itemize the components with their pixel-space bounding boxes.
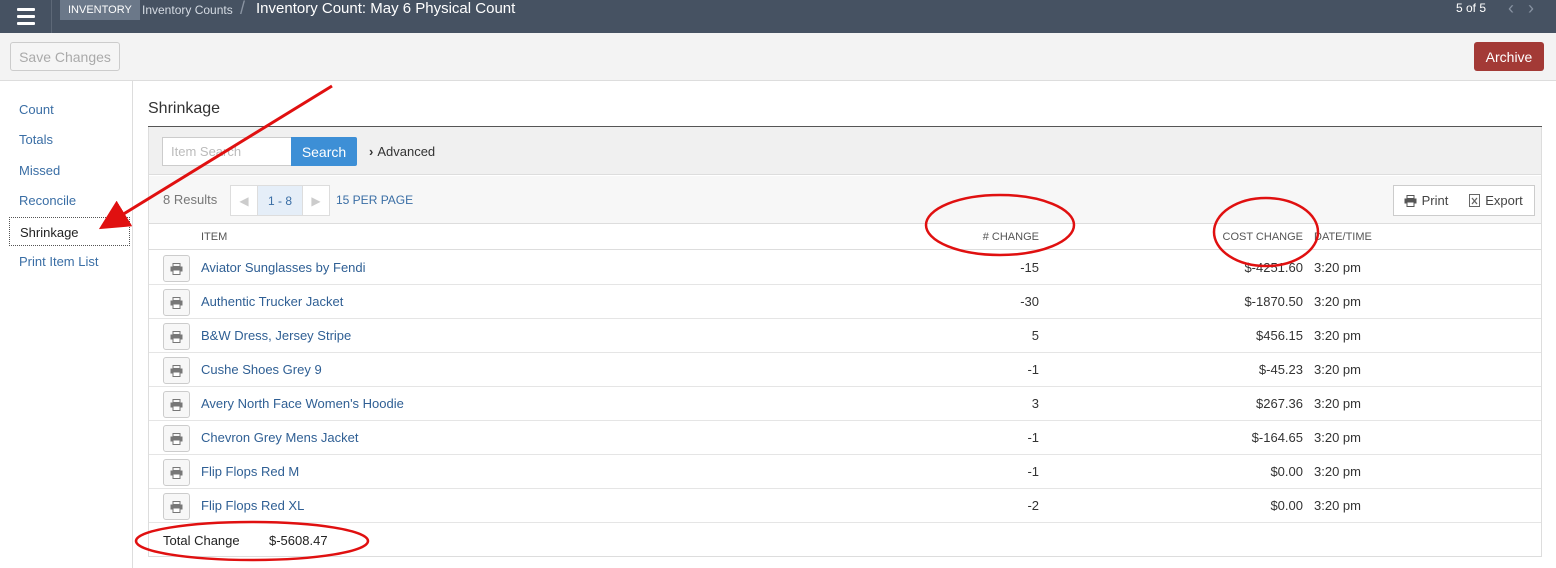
archive-button[interactable]: Archive xyxy=(1474,42,1544,71)
item-link[interactable]: Authentic Trucker Jacket xyxy=(201,285,343,319)
results-bar: 8 Results ◀ 1 - 8 ▶ 15 PER PAGE Print Ex… xyxy=(149,176,1541,224)
item-link[interactable]: Flip Flops Red XL xyxy=(201,489,304,523)
pagination-next-icon[interactable]: ▶ xyxy=(303,186,329,215)
cost-change: $-45.23 xyxy=(1258,362,1303,377)
sidebar-item-shrinkage[interactable]: Shrinkage xyxy=(9,217,130,246)
breadcrumb-inventory-counts[interactable]: Inventory Counts xyxy=(142,0,233,20)
print-button[interactable]: Print xyxy=(1393,185,1459,216)
printer-icon[interactable] xyxy=(163,357,190,384)
table-row: Aviator Sunglasses by Fendi -15 $-4251.60 3… xyxy=(149,251,1541,285)
date-time: 3:20 pm xyxy=(1314,498,1361,513)
date-time: 3:20 pm xyxy=(1314,260,1361,275)
printer-icon[interactable] xyxy=(163,459,190,486)
sidebar: Count Totals Missed Reconcile Shrinkage … xyxy=(0,81,133,568)
date-time: 3:20 pm xyxy=(1314,396,1361,411)
date-time: 3:20 pm xyxy=(1314,362,1361,377)
spreadsheet-icon xyxy=(1469,194,1481,207)
quantity-change: -30 xyxy=(1020,294,1039,309)
column-header-date-time[interactable]: DATE/TIME xyxy=(1314,224,1372,250)
pagination-prev-icon[interactable]: ◀ xyxy=(231,186,257,215)
quantity-change: 5 xyxy=(1031,328,1039,343)
table-row: Avery North Face Women's Hoodie 3 $267.36 3… xyxy=(149,387,1541,421)
sidebar-item-missed[interactable]: Missed xyxy=(9,156,130,185)
table-row: Flip Flops Red M -1 $0.00 3:20 pm xyxy=(149,455,1541,489)
print-label: Print xyxy=(1421,193,1449,208)
export-label: Export xyxy=(1485,193,1523,208)
advanced-label: Advanced xyxy=(377,144,436,159)
table-header: ITEM # CHANGE COST CHANGE DATE/TIME xyxy=(149,224,1541,250)
sidebar-item-totals[interactable]: Totals xyxy=(9,125,130,154)
date-time: 3:20 pm xyxy=(1314,294,1361,309)
quantity-change: -1 xyxy=(1027,464,1039,479)
top-bar: INVENTORY Inventory Counts / Inventory C… xyxy=(0,0,1556,33)
cost-change: $0.00 xyxy=(1270,498,1303,513)
quantity-change: -2 xyxy=(1027,498,1039,513)
date-time: 3:20 pm xyxy=(1314,328,1361,343)
item-link[interactable]: Avery North Face Women's Hoodie xyxy=(201,387,404,421)
chevron-right-icon: › xyxy=(369,144,374,159)
chevron-right-icon[interactable]: › xyxy=(1528,0,1534,18)
cost-change: $267.36 xyxy=(1256,396,1303,411)
cost-change: $-4251.60 xyxy=(1244,260,1303,275)
quantity-change: -15 xyxy=(1020,260,1039,275)
hamburger-icon[interactable] xyxy=(0,0,52,33)
date-time: 3:20 pm xyxy=(1314,430,1361,445)
item-link[interactable]: Aviator Sunglasses by Fendi xyxy=(201,251,366,285)
total-change-label: Total Change xyxy=(163,533,240,548)
table-row: Chevron Grey Mens Jacket -1 $-164.65 3:20 p… xyxy=(149,421,1541,455)
printer-icon[interactable] xyxy=(163,289,190,316)
sidebar-item-print-item-list[interactable]: Print Item List xyxy=(9,247,130,276)
printer-icon[interactable] xyxy=(163,391,190,418)
pagination-current[interactable]: 1 - 8 xyxy=(257,186,303,215)
cost-change: $456.15 xyxy=(1256,328,1303,343)
column-header-item[interactable]: ITEM xyxy=(201,224,227,250)
results-count: 8 Results xyxy=(163,192,218,207)
cost-change: $-164.65 xyxy=(1251,430,1303,445)
date-time: 3:20 pm xyxy=(1314,464,1361,479)
cost-change: $0.00 xyxy=(1270,464,1303,479)
table-row: Cushe Shoes Grey 9 -1 $-45.23 3:20 pm xyxy=(149,353,1541,387)
cost-change: $-1870.50 xyxy=(1244,294,1303,309)
item-link[interactable]: Flip Flops Red M xyxy=(201,455,299,489)
item-link[interactable]: Chevron Grey Mens Jacket xyxy=(201,421,359,455)
pagination: ◀ 1 - 8 ▶ xyxy=(230,185,330,216)
table-row: Authentic Trucker Jacket -30 $-1870.50 3:20… xyxy=(149,285,1541,319)
quantity-change: 3 xyxy=(1031,396,1039,411)
search-bar: Search ›Advanced xyxy=(149,127,1541,175)
column-header-cost-change[interactable]: COST CHANGE xyxy=(1223,224,1303,250)
item-link[interactable]: B&W Dress, Jersey Stripe xyxy=(201,319,351,353)
printer-icon[interactable] xyxy=(163,255,190,282)
record-position: 5 of 5 xyxy=(1455,1,1486,15)
printer-icon xyxy=(1404,194,1417,207)
item-search-input[interactable] xyxy=(162,137,292,166)
table-row: Flip Flops Red XL -2 $0.00 3:20 pm xyxy=(149,489,1541,523)
sidebar-item-count[interactable]: Count xyxy=(9,95,130,124)
per-page-select[interactable]: 15 PER PAGE xyxy=(336,176,413,224)
search-button[interactable]: Search xyxy=(291,137,357,166)
breadcrumb-module[interactable]: INVENTORY xyxy=(60,0,140,20)
printer-icon[interactable] xyxy=(163,425,190,452)
shrinkage-panel: Search ›Advanced 8 Results ◀ 1 - 8 ▶ 15 … xyxy=(148,127,1542,557)
chevron-left-icon[interactable]: ‹ xyxy=(1508,0,1514,18)
total-change-value: $-5608.47 xyxy=(269,533,328,548)
breadcrumb-separator: / xyxy=(240,0,246,18)
advanced-search-link[interactable]: › Advanced xyxy=(369,137,435,166)
quantity-change: -1 xyxy=(1027,362,1039,377)
table-row: B&W Dress, Jersey Stripe 5 $456.15 3:20 pm xyxy=(149,319,1541,353)
item-link[interactable]: Cushe Shoes Grey 9 xyxy=(201,353,322,387)
column-header-change[interactable]: # CHANGE xyxy=(983,224,1039,250)
printer-icon[interactable] xyxy=(163,493,190,520)
record-nav: ‹ › xyxy=(1508,0,1534,18)
quantity-change: -1 xyxy=(1027,430,1039,445)
action-bar: Save Changes Archive xyxy=(0,33,1556,81)
section-title: Shrinkage xyxy=(148,100,221,117)
export-button[interactable]: Export xyxy=(1458,185,1535,216)
page-title: Inventory Count: May 6 Physical Count xyxy=(256,0,516,17)
printer-icon[interactable] xyxy=(163,323,190,350)
sidebar-item-reconcile[interactable]: Reconcile xyxy=(9,186,130,215)
save-changes-button[interactable]: Save Changes xyxy=(10,42,120,71)
